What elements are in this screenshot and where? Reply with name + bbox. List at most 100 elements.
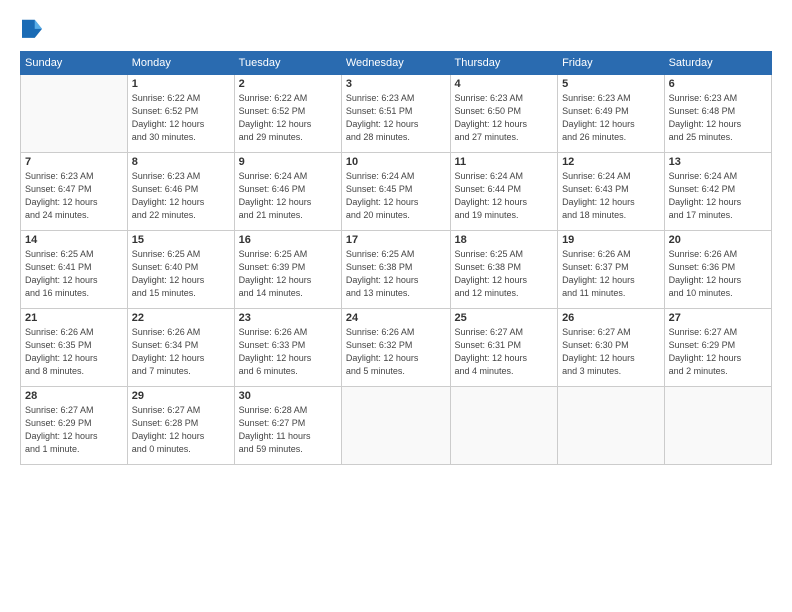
day-number: 11 xyxy=(455,156,554,168)
day-detail: Sunrise: 6:27 AM Sunset: 6:30 PM Dayligh… xyxy=(562,326,660,378)
day-cell: 3 Sunrise: 6:23 AM Sunset: 6:51 PM Daylig… xyxy=(341,75,450,153)
day-cell: 27 Sunrise: 6:27 AM Sunset: 6:29 PM Dayli… xyxy=(664,309,771,387)
day-number: 9 xyxy=(239,156,337,168)
day-number: 27 xyxy=(669,312,767,324)
day-number: 19 xyxy=(562,234,660,246)
day-detail: Sunrise: 6:23 AM Sunset: 6:49 PM Dayligh… xyxy=(562,92,660,144)
day-number: 21 xyxy=(25,312,123,324)
day-number: 13 xyxy=(669,156,767,168)
day-cell: 4 Sunrise: 6:23 AM Sunset: 6:50 PM Daylig… xyxy=(450,75,558,153)
day-detail: Sunrise: 6:25 AM Sunset: 6:40 PM Dayligh… xyxy=(132,248,230,300)
day-cell: 6 Sunrise: 6:23 AM Sunset: 6:48 PM Daylig… xyxy=(664,75,771,153)
day-cell: 18 Sunrise: 6:25 AM Sunset: 6:38 PM Dayli… xyxy=(450,231,558,309)
logo xyxy=(20,18,46,43)
day-cell xyxy=(664,387,771,465)
day-detail: Sunrise: 6:27 AM Sunset: 6:29 PM Dayligh… xyxy=(25,404,123,456)
day-number: 12 xyxy=(562,156,660,168)
day-number: 6 xyxy=(669,78,767,90)
day-cell: 20 Sunrise: 6:26 AM Sunset: 6:36 PM Dayli… xyxy=(664,231,771,309)
day-cell: 16 Sunrise: 6:25 AM Sunset: 6:39 PM Dayli… xyxy=(234,231,341,309)
day-cell: 23 Sunrise: 6:26 AM Sunset: 6:33 PM Dayli… xyxy=(234,309,341,387)
day-detail: Sunrise: 6:25 AM Sunset: 6:38 PM Dayligh… xyxy=(455,248,554,300)
day-detail: Sunrise: 6:26 AM Sunset: 6:36 PM Dayligh… xyxy=(669,248,767,300)
day-detail: Sunrise: 6:25 AM Sunset: 6:41 PM Dayligh… xyxy=(25,248,123,300)
day-cell: 11 Sunrise: 6:24 AM Sunset: 6:44 PM Dayli… xyxy=(450,153,558,231)
day-cell: 19 Sunrise: 6:26 AM Sunset: 6:37 PM Dayli… xyxy=(558,231,665,309)
day-detail: Sunrise: 6:27 AM Sunset: 6:29 PM Dayligh… xyxy=(669,326,767,378)
day-number: 7 xyxy=(25,156,123,168)
day-detail: Sunrise: 6:23 AM Sunset: 6:48 PM Dayligh… xyxy=(669,92,767,144)
day-number: 5 xyxy=(562,78,660,90)
weekday-header-row: SundayMondayTuesdayWednesdayThursdayFrid… xyxy=(21,52,772,75)
calendar-table: SundayMondayTuesdayWednesdayThursdayFrid… xyxy=(20,51,772,465)
day-cell: 9 Sunrise: 6:24 AM Sunset: 6:46 PM Daylig… xyxy=(234,153,341,231)
week-row-2: 7 Sunrise: 6:23 AM Sunset: 6:47 PM Daylig… xyxy=(21,153,772,231)
day-detail: Sunrise: 6:23 AM Sunset: 6:46 PM Dayligh… xyxy=(132,170,230,222)
day-detail: Sunrise: 6:25 AM Sunset: 6:39 PM Dayligh… xyxy=(239,248,337,300)
day-cell xyxy=(450,387,558,465)
day-number: 10 xyxy=(346,156,446,168)
day-number: 14 xyxy=(25,234,123,246)
day-cell: 2 Sunrise: 6:22 AM Sunset: 6:52 PM Daylig… xyxy=(234,75,341,153)
day-detail: Sunrise: 6:26 AM Sunset: 6:32 PM Dayligh… xyxy=(346,326,446,378)
day-number: 18 xyxy=(455,234,554,246)
day-detail: Sunrise: 6:25 AM Sunset: 6:38 PM Dayligh… xyxy=(346,248,446,300)
day-number: 28 xyxy=(25,390,123,402)
day-number: 3 xyxy=(346,78,446,90)
day-detail: Sunrise: 6:24 AM Sunset: 6:44 PM Dayligh… xyxy=(455,170,554,222)
day-cell: 24 Sunrise: 6:26 AM Sunset: 6:32 PM Dayli… xyxy=(341,309,450,387)
day-detail: Sunrise: 6:23 AM Sunset: 6:50 PM Dayligh… xyxy=(455,92,554,144)
day-cell: 26Sunrise: 6:27 AM Sunset: 6:30 PM Dayli… xyxy=(558,309,665,387)
day-detail: Sunrise: 6:22 AM Sunset: 6:52 PM Dayligh… xyxy=(239,92,337,144)
day-detail: Sunrise: 6:24 AM Sunset: 6:42 PM Dayligh… xyxy=(669,170,767,222)
day-detail: Sunrise: 6:24 AM Sunset: 6:43 PM Dayligh… xyxy=(562,170,660,222)
page-header xyxy=(20,18,772,43)
day-detail: Sunrise: 6:27 AM Sunset: 6:31 PM Dayligh… xyxy=(455,326,554,378)
day-cell: 1 Sunrise: 6:22 AM Sunset: 6:52 PM Daylig… xyxy=(127,75,234,153)
day-cell: 21 Sunrise: 6:26 AM Sunset: 6:35 PM Dayli… xyxy=(21,309,128,387)
day-number: 15 xyxy=(132,234,230,246)
day-detail: Sunrise: 6:24 AM Sunset: 6:45 PM Dayligh… xyxy=(346,170,446,222)
day-cell: 30 Sunrise: 6:28 AM Sunset: 6:27 PM Dayli… xyxy=(234,387,341,465)
weekday-header-friday: Friday xyxy=(558,52,665,75)
day-detail: Sunrise: 6:28 AM Sunset: 6:27 PM Dayligh… xyxy=(239,404,337,456)
day-cell: 28 Sunrise: 6:27 AM Sunset: 6:29 PM Dayli… xyxy=(21,387,128,465)
day-cell: 25 Sunrise: 6:27 AM Sunset: 6:31 PM Dayli… xyxy=(450,309,558,387)
day-number: 1 xyxy=(132,78,230,90)
day-number: 25 xyxy=(455,312,554,324)
day-number: 29 xyxy=(132,390,230,402)
day-cell xyxy=(558,387,665,465)
day-number: 20 xyxy=(669,234,767,246)
day-number: 4 xyxy=(455,78,554,90)
weekday-header-saturday: Saturday xyxy=(664,52,771,75)
day-number: 24 xyxy=(346,312,446,324)
day-cell: 13 Sunrise: 6:24 AM Sunset: 6:42 PM Dayli… xyxy=(664,153,771,231)
weekday-header-monday: Monday xyxy=(127,52,234,75)
day-number: 2 xyxy=(239,78,337,90)
day-number: 16 xyxy=(239,234,337,246)
day-cell: 8 Sunrise: 6:23 AM Sunset: 6:46 PM Daylig… xyxy=(127,153,234,231)
day-detail: Sunrise: 6:22 AM Sunset: 6:52 PM Dayligh… xyxy=(132,92,230,144)
day-detail: Sunrise: 6:24 AM Sunset: 6:46 PM Dayligh… xyxy=(239,170,337,222)
day-detail: Sunrise: 6:26 AM Sunset: 6:33 PM Dayligh… xyxy=(239,326,337,378)
day-number: 30 xyxy=(239,390,337,402)
day-cell: 17Sunrise: 6:25 AM Sunset: 6:38 PM Dayli… xyxy=(341,231,450,309)
day-detail: Sunrise: 6:23 AM Sunset: 6:51 PM Dayligh… xyxy=(346,92,446,144)
day-number: 23 xyxy=(239,312,337,324)
day-cell: 12 Sunrise: 6:24 AM Sunset: 6:43 PM Dayli… xyxy=(558,153,665,231)
day-detail: Sunrise: 6:27 AM Sunset: 6:28 PM Dayligh… xyxy=(132,404,230,456)
weekday-header-thursday: Thursday xyxy=(450,52,558,75)
day-detail: Sunrise: 6:26 AM Sunset: 6:37 PM Dayligh… xyxy=(562,248,660,300)
day-number: 8 xyxy=(132,156,230,168)
day-cell: 7 Sunrise: 6:23 AM Sunset: 6:47 PM Daylig… xyxy=(21,153,128,231)
day-cell: 29 Sunrise: 6:27 AM Sunset: 6:28 PM Dayli… xyxy=(127,387,234,465)
day-detail: Sunrise: 6:26 AM Sunset: 6:34 PM Dayligh… xyxy=(132,326,230,378)
day-detail: Sunrise: 6:23 AM Sunset: 6:47 PM Dayligh… xyxy=(25,170,123,222)
day-cell: 10 Sunrise: 6:24 AM Sunset: 6:45 PM Dayli… xyxy=(341,153,450,231)
week-row-5: 28 Sunrise: 6:27 AM Sunset: 6:29 PM Dayli… xyxy=(21,387,772,465)
day-cell xyxy=(341,387,450,465)
day-number: 22 xyxy=(132,312,230,324)
weekday-header-wednesday: Wednesday xyxy=(341,52,450,75)
week-row-4: 21 Sunrise: 6:26 AM Sunset: 6:35 PM Dayli… xyxy=(21,309,772,387)
day-detail: Sunrise: 6:26 AM Sunset: 6:35 PM Dayligh… xyxy=(25,326,123,378)
